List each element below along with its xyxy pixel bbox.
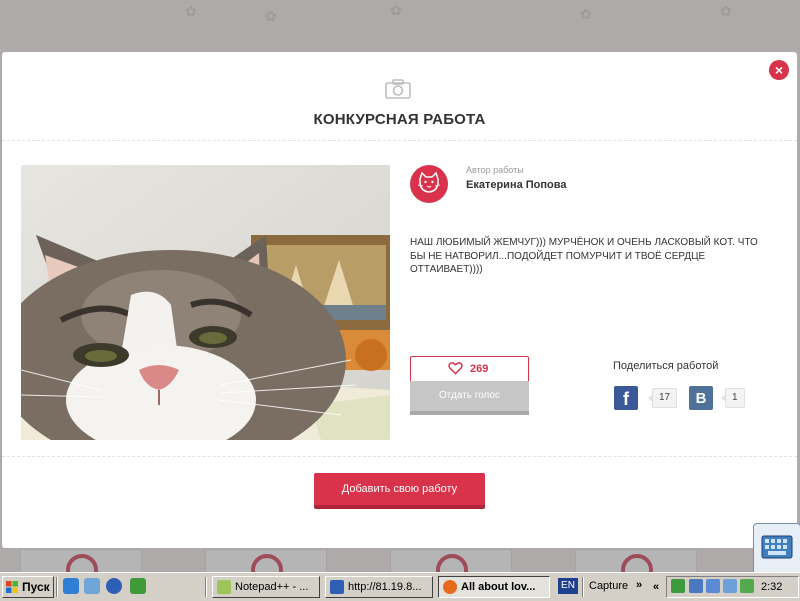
like-count: 269	[470, 363, 489, 375]
author-avatar	[410, 165, 448, 203]
task-label: All about lov...	[461, 581, 536, 593]
add-entry-button[interactable]: Добавить свою работу	[314, 473, 485, 509]
vk-share-icon[interactable]: B	[689, 386, 713, 410]
taskbar-separator	[56, 577, 58, 597]
capture-toolbar-label[interactable]: Capture	[589, 573, 628, 599]
divider	[2, 456, 797, 457]
entry-photo[interactable]	[21, 165, 390, 440]
start-button[interactable]: Пуск	[2, 576, 54, 598]
media-player-icon[interactable]	[106, 578, 122, 594]
start-label: Пуск	[22, 580, 50, 594]
notepad-icon	[217, 580, 231, 594]
task-label: Notepad++ - ...	[235, 581, 309, 593]
language-indicator[interactable]: EN	[558, 578, 578, 594]
share-label: Поделиться работой	[613, 360, 719, 372]
camera-icon	[385, 79, 411, 99]
cat-photo-image	[21, 165, 390, 440]
internet-explorer-icon[interactable]	[63, 578, 79, 594]
clock[interactable]: 2:32	[761, 577, 782, 597]
cat-face-icon	[417, 171, 441, 193]
vk-share-count: 1	[721, 388, 745, 408]
tray-app-icon[interactable]	[671, 579, 685, 593]
close-button[interactable]: ×	[769, 60, 789, 80]
heart-icon	[448, 362, 463, 375]
taskbar: Пуск Notepad++ - ... http://81.19.8... A…	[0, 572, 800, 601]
task-firefox[interactable]: All about lov...	[438, 576, 550, 598]
tray-collapse-button[interactable]: «	[653, 577, 659, 597]
network-icon[interactable]	[723, 579, 737, 593]
author-name[interactable]: Екатерина Попова	[466, 178, 576, 192]
security-icon[interactable]	[740, 579, 754, 593]
contest-entry-modal: × КОНКУРСНАЯ РАБОТА Автор работы Екатери…	[2, 52, 797, 548]
facebook-share-icon[interactable]: f	[614, 386, 638, 410]
keyboard-tray-icon[interactable]	[689, 579, 703, 593]
toolbar-expand-button[interactable]: »	[636, 573, 642, 597]
task-notepad[interactable]: Notepad++ - ...	[212, 576, 320, 598]
facebook-share-count: 17	[647, 388, 678, 408]
task-label: http://81.19.8...	[348, 581, 422, 593]
outlook-express-icon[interactable]	[84, 578, 100, 594]
network-icon[interactable]	[706, 579, 720, 593]
system-tray: « 2:32	[653, 576, 799, 598]
modal-title: КОНКУРСНАЯ РАБОТА	[313, 111, 486, 128]
utility-icon[interactable]	[130, 578, 146, 594]
taskbar-separator	[205, 577, 207, 597]
taskbar-separator	[582, 577, 584, 597]
firefox-icon	[443, 580, 457, 594]
vote-button[interactable]: Отдать голос	[410, 381, 529, 415]
divider	[2, 140, 797, 141]
task-browser-http[interactable]: http://81.19.8...	[325, 576, 433, 598]
keyboard-icon	[761, 535, 793, 559]
author-caption: Автор работы	[466, 165, 524, 175]
windows-logo-icon	[6, 581, 18, 593]
browser-window-icon	[330, 580, 344, 594]
keyboard-switcher-widget[interactable]	[753, 523, 800, 573]
entry-description: НАШ ЛЮБИМЫЙ ЖЕМЧУГ))) МУРЧЁНОК И ОЧЕНЬ Л…	[410, 237, 758, 275]
